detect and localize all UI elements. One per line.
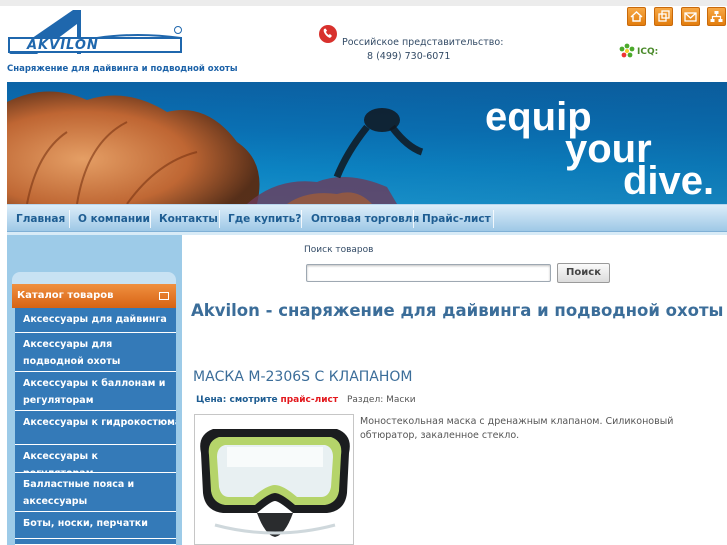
icq-flower-icon [619,43,635,58]
dive-mask-image [200,429,350,537]
main-nav: Главная О компании Контакты Где купить? … [7,204,727,232]
search-label: Поиск товаров [304,245,374,255]
mail-icon[interactable] [681,7,700,26]
catalog-title: Каталог товаров [17,290,114,301]
catalog-item-diving-accessories[interactable]: Аксессуары для дайвинга [15,308,176,333]
icq-label: ICQ: [637,47,659,57]
search-input[interactable] [306,264,551,282]
nav-about[interactable]: О компании [78,205,150,233]
catalog-item-wetsuit-accessories[interactable]: Аксессуары к гидрокостюмам [15,411,176,445]
catalog-item-spearfishing-accessories[interactable]: Аксессуары для подводной охоты [15,333,176,372]
nav-home[interactable]: Главная [16,205,65,233]
product-image[interactable] [194,414,354,545]
nav-price-list[interactable]: Прайс-лист [422,205,491,233]
akvilon-logo[interactable]: AKVILON [7,8,185,60]
banner-text-dive: dive. [623,159,714,203]
catalog-header[interactable]: Каталог товаров [12,284,176,308]
search-button[interactable]: Поиск [557,263,610,283]
section-label: Раздел: Маски [346,395,416,405]
product-description: Моностекольная маска с дренажным клапано… [360,416,674,441]
top-strip [0,0,727,6]
nav-divider [493,210,494,228]
home-icon[interactable] [627,7,646,26]
catalog-item-boots-socks-gloves[interactable]: Боты, носки, перчатки [15,512,176,539]
nav-where-to-buy[interactable]: Где купить? [228,205,301,233]
price-list-link[interactable]: прайс-лист [281,395,339,405]
catalog-item-regulator-accessories[interactable]: Аксессуары к регуляторам [15,445,176,479]
nav-divider [219,210,220,228]
banner-artwork: equip your dive. [7,82,727,204]
svg-text:AKVILON: AKVILON [26,38,99,53]
nav-divider [301,210,302,228]
catalog-panel-top [12,272,176,284]
product-title[interactable]: МАСКА M-2306S С КЛАПАНОМ [193,369,413,385]
sitemap-icon[interactable] [707,7,726,26]
nav-wholesale[interactable]: Оптовая торговля [311,205,419,233]
site-tagline: Снаряжение для дайвинга и подводной охот… [7,64,238,74]
catalog-item-next[interactable] [15,539,176,545]
nav-divider [69,210,70,228]
price-line: Цена: смотрите прайс-лист Раздел: Маски [196,395,416,405]
price-label: Цена: смотрите [196,395,278,405]
expand-icon[interactable] [159,292,169,300]
phone-number: 8 (499) 730-6071 [367,51,451,62]
phone-label: Российское представительство: [342,37,504,48]
copy-icon[interactable] [654,7,673,26]
phone-icon [319,25,337,43]
nav-divider [150,210,151,228]
header-banner: equip your dive. [7,82,727,204]
page-title: Akvilon - снаряжение для дайвинга и подв… [191,301,724,320]
nav-divider [413,210,414,228]
catalog-item-weight-belts[interactable]: Балластные пояса и аксессуары [15,473,176,512]
catalog-item-cylinder-regulator-accessories[interactable]: Аксессуары к баллонам и регуляторам [15,372,176,411]
nav-contacts[interactable]: Контакты [159,205,218,233]
